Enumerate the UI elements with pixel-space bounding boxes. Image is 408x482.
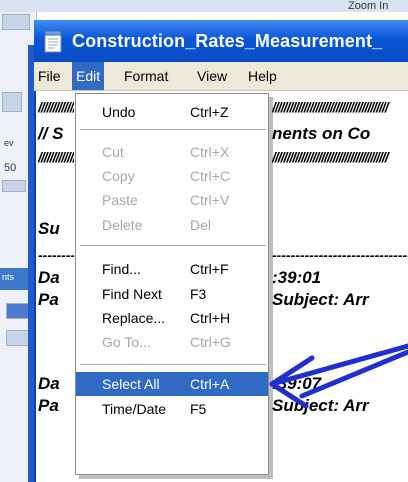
menu-item-shortcut: Del — [190, 217, 212, 233]
doc-slashes-left: //////////////////////////////////////// — [38, 149, 74, 165]
menu-item-label: Find Next — [102, 286, 162, 302]
desktop-panel-label: nts — [2, 272, 15, 282]
menu-item-time-date[interactable]: Time/Date F5 — [76, 397, 268, 421]
menu-item-shortcut: Ctrl+A — [190, 376, 230, 392]
menu-item-select-all[interactable]: Select All Ctrl+A — [76, 372, 268, 396]
menu-view[interactable]: View — [193, 62, 231, 90]
menu-item-go-to[interactable]: Go To... Ctrl+G — [76, 330, 268, 354]
menu-item-shortcut: Ctrl+F — [190, 261, 229, 277]
menu-item-paste[interactable]: Paste Ctrl+V — [76, 188, 268, 212]
menu-item-shortcut: Ctrl+X — [190, 144, 230, 160]
menu-item-shortcut: F3 — [190, 286, 207, 302]
menu-item-delete[interactable]: Delete Del — [76, 213, 268, 237]
menu-item-shortcut: Ctrl+G — [190, 334, 231, 350]
doc-page-2-right: Subject: Arr — [272, 396, 369, 415]
menu-item-label: Select All — [102, 376, 160, 392]
desktop-field — [2, 180, 26, 192]
doc-dashes-right: ---------------------------------------- — [272, 247, 408, 263]
menu-item-shortcut: F5 — [190, 401, 207, 417]
doc-date-2-right: :39:07 — [272, 374, 322, 393]
doc-slashes-left: //////////////////////////////////////// — [38, 99, 74, 115]
menu-item-shortcut: Ctrl+C — [190, 168, 231, 184]
menu-item-find[interactable]: Find... Ctrl+F — [76, 257, 268, 281]
doc-page-1-left: Pa — [38, 290, 59, 309]
doc-slashes-right: //////////////////////////////////////// — [272, 99, 389, 115]
menu-item-label: Undo — [102, 104, 136, 120]
menu-item-label: Go To... — [102, 334, 151, 350]
desktop-list-icon — [2, 92, 22, 112]
doc-page-2-left: Pa — [38, 396, 59, 415]
menu-item-copy[interactable]: Copy Ctrl+C — [76, 164, 268, 188]
doc-line-subject: Su — [38, 219, 60, 238]
window-title: Construction_Rates_Measurement_ — [72, 31, 383, 51]
menu-item-shortcut: Ctrl+H — [190, 310, 231, 326]
menu-separator — [80, 245, 266, 246]
menu-item-undo[interactable]: Undo Ctrl+Z — [76, 100, 268, 124]
notepad-icon — [44, 30, 62, 53]
desktop-top-strip — [0, 0, 408, 12]
menu-item-cut[interactable]: Cut Ctrl+X — [76, 140, 268, 164]
menu-file[interactable]: File — [34, 62, 65, 90]
desktop-label-ev: ev — [4, 138, 14, 148]
menu-item-label: Find... — [102, 261, 141, 277]
menu-item-label: Delete — [102, 217, 143, 233]
doc-date-2-left: Da — [38, 374, 60, 393]
doc-page-1-right: Subject: Arr — [272, 290, 369, 309]
desktop-zoom-text: Zoom In — [348, 0, 389, 12]
doc-date-1-right: :39:01 — [272, 268, 322, 287]
menu-separator — [80, 364, 266, 365]
menu-item-find-next[interactable]: Find Next F3 — [76, 282, 268, 306]
doc-slashes-right: //////////////////////////////////////// — [272, 149, 389, 165]
desktop-label-50: 50 — [4, 162, 17, 174]
menu-separator — [80, 129, 266, 130]
menu-edit[interactable]: Edit — [72, 62, 105, 90]
menu-item-label: Time/Date — [102, 401, 167, 417]
menu-item-label: Copy — [102, 168, 135, 184]
menu-item-replace[interactable]: Replace... Ctrl+H — [76, 306, 268, 330]
doc-dashes-left: ---------------------------------------- — [38, 247, 74, 263]
doc-line-2-left: // S — [38, 124, 64, 143]
desktop-toolbar-icon — [2, 14, 30, 30]
menu-item-shortcut: Ctrl+V — [190, 192, 230, 208]
menu-item-shortcut: Ctrl+Z — [190, 104, 229, 120]
menu-format[interactable]: Format — [120, 62, 172, 90]
menu-item-label: Cut — [102, 144, 124, 160]
menu-help[interactable]: Help — [244, 62, 281, 90]
doc-date-1-left: Da — [38, 268, 60, 287]
menu-item-label: Paste — [102, 192, 138, 208]
menu-item-label: Replace... — [102, 310, 166, 326]
doc-line-2-right: nents on Co — [272, 124, 371, 143]
